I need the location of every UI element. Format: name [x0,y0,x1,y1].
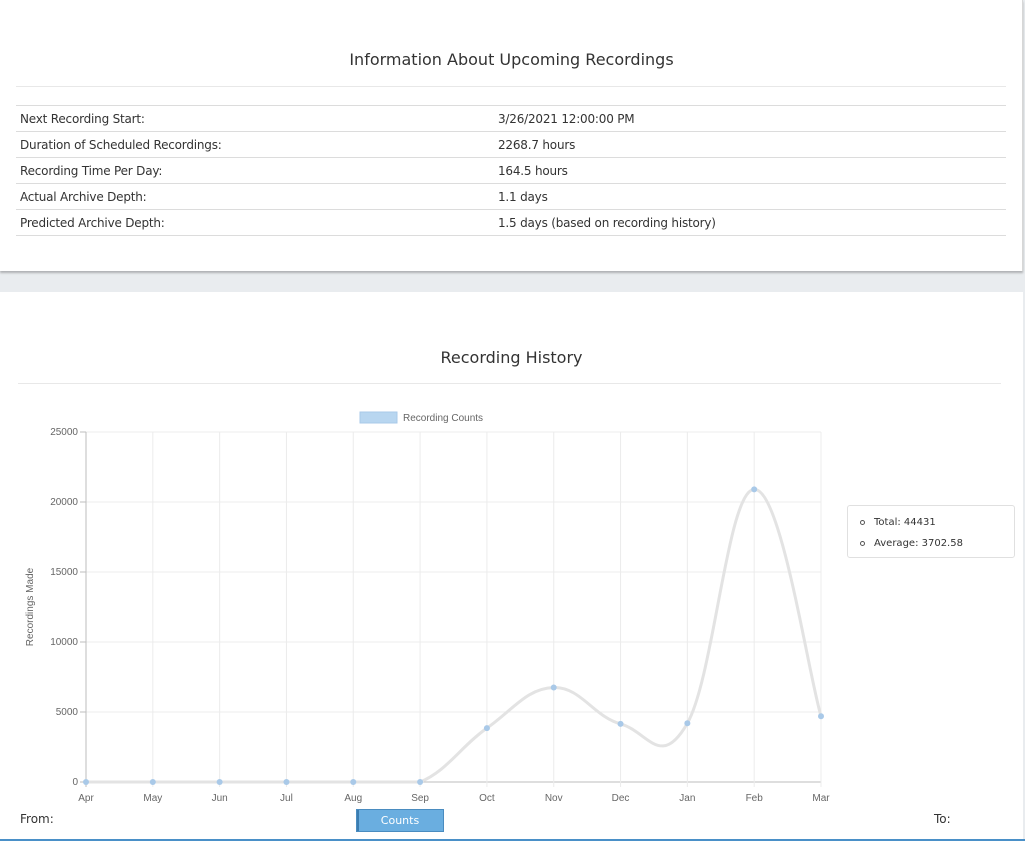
data-point [149,779,156,785]
info-row-next-start: Next Recording Start: 3/26/2021 12:00:00… [16,106,1006,132]
data-point [83,779,89,785]
data-point [818,713,824,720]
bullet-icon [860,541,865,546]
data-point [550,684,557,691]
recording-history-panel: Recording History 0 5000 10000 15000 20000 25… [0,292,1023,839]
y-tick-label: 0 [72,777,78,788]
upcoming-title: Information About Upcoming Recordings [349,50,674,69]
x-tick-label: Oct [479,793,495,804]
from-label: From: [20,812,54,826]
x-tick-label: Dec [612,793,630,804]
summary-average: Average: 3702.58 [860,538,963,549]
x-tick-label: Aug [344,793,362,804]
x-tick-label: May [143,793,162,804]
x-tick-label: Jan [679,793,695,804]
title-divider [16,86,1006,87]
legend-swatch [359,411,398,424]
x-tick-label: Sep [411,793,429,804]
counts-button[interactable]: Counts [356,809,444,832]
y-axis-label: Recordings Made [25,567,36,646]
summary-legend: Total: 44431 Average: 3702.58 [847,505,1015,558]
info-value: 3/26/2021 12:00:00 PM [498,111,635,126]
info-label: Predicted Archive Depth: [20,215,165,230]
info-value: 164.5 hours [498,163,568,178]
bullet-icon [860,520,865,525]
data-point [751,486,758,493]
y-tick-label: 25000 [50,427,78,438]
summary-total-text: Total: 44431 [874,517,936,528]
data-point [417,779,424,785]
info-value: 2268.7 hours [498,137,576,152]
data-point [617,720,624,727]
info-label: Next Recording Start: [20,111,145,126]
info-label: Duration of Scheduled Recordings: [20,137,222,152]
info-value: 1.5 days (based on recording history) [498,215,716,230]
data-point [283,779,290,785]
info-row-time-per-day: Recording Time Per Day: 164.5 hours [16,158,1006,184]
upcoming-recordings-panel: Information About Upcoming Recordings Ne… [0,0,1023,271]
y-tick-label: 10000 [50,637,78,648]
info-label: Recording Time Per Day: [20,163,163,178]
data-point [350,779,357,785]
series-line [86,487,823,784]
y-tick-label: 15000 [50,567,78,578]
x-tick-label: Jul [280,793,293,804]
y-tick-label: 20000 [50,497,78,508]
y-tick-label: 5000 [56,707,79,718]
data-point [216,779,223,785]
x-tick-label: Mar [812,793,830,804]
info-row-actual-depth: Actual Archive Depth: 1.1 days [16,184,1006,210]
x-tick-label: Nov [545,793,563,804]
info-label: Actual Archive Depth: [20,189,147,204]
info-row-predicted-depth: Predicted Archive Depth: 1.5 days (based… [16,210,1006,236]
legend-label: Recording Counts [403,413,483,424]
x-tick-label: Apr [78,793,94,804]
info-row-duration: Duration of Scheduled Recordings: 2268.7… [16,132,1006,158]
data-point [483,725,490,732]
summary-average-text: Average: 3702.58 [874,538,963,549]
upcoming-info-table: Next Recording Start: 3/26/2021 12:00:00… [16,105,1006,236]
summary-total: Total: 44431 [860,517,936,528]
data-point [684,720,691,727]
x-tick-label: Jun [212,793,228,804]
x-tick-label: Feb [746,793,764,804]
to-label: To: [934,812,951,826]
info-value: 1.1 days [498,189,548,204]
